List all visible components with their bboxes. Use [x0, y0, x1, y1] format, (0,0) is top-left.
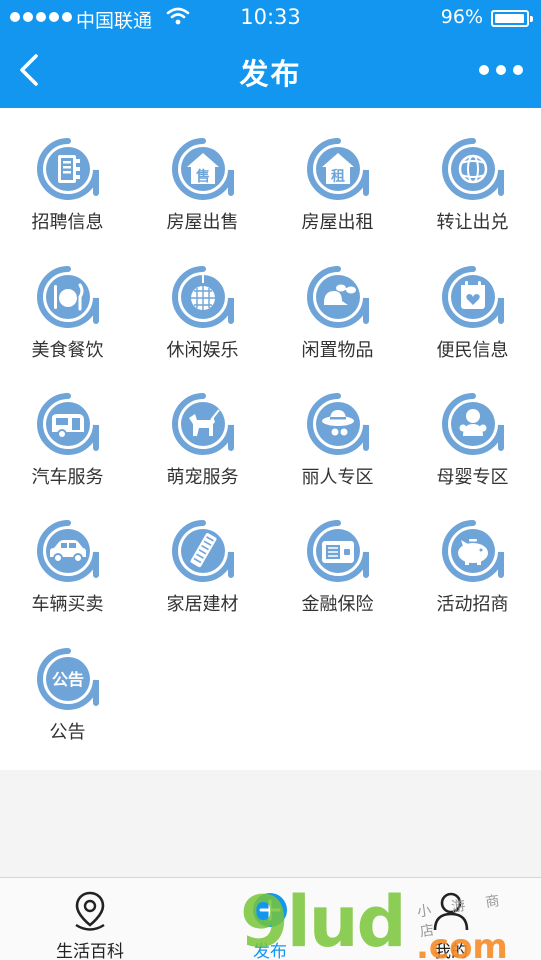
dog-icon: [172, 393, 234, 455]
category-label: 公告: [49, 722, 86, 743]
sale-badge-text: 售: [195, 168, 210, 185]
category-label: 家居建材: [166, 594, 239, 615]
nav-bar: 发布: [0, 36, 541, 108]
category-label: 转让出兑: [436, 212, 509, 233]
plus-circle-icon: [253, 893, 287, 927]
tab-mine[interactable]: 我的: [361, 878, 541, 960]
category-label: 汽车服务: [31, 467, 104, 488]
category-label: 萌宠服务: [166, 467, 239, 488]
category-item-house-sale[interactable]: 售 房屋出售: [135, 108, 270, 233]
notice-icon-text: 公告: [52, 670, 84, 689]
header: 中国联通 10:33 96% 发布: [0, 0, 541, 108]
category-label: 休闲娱乐: [166, 340, 239, 361]
category-label: 车辆买卖: [31, 594, 104, 615]
baby-icon: [442, 393, 504, 455]
battery-icon: [491, 10, 533, 27]
category-label: 活动招商: [436, 594, 509, 615]
piggy-bank-icon: [442, 520, 504, 582]
page-title: 发布: [239, 57, 302, 91]
ball-icon: [442, 138, 504, 200]
tab-bar: 生活百科 发布 我的: [0, 877, 541, 960]
location-pin-icon: [75, 891, 105, 931]
tab-life-encyclopedia[interactable]: 生活百科: [0, 878, 180, 960]
tab-label: 发布: [253, 942, 287, 960]
plate-cutlery-icon: [37, 266, 99, 328]
category-label: 房屋出租: [301, 212, 374, 233]
category-item-food[interactable]: 美食餐饮: [0, 236, 135, 361]
category-item-pet[interactable]: 萌宠服务: [135, 363, 270, 488]
tile-icon: [172, 520, 234, 582]
cap-sunglasses-icon: [307, 266, 369, 328]
tab-label: 我的: [434, 942, 468, 960]
notebook-icon: [37, 138, 99, 200]
category-label: 美食餐饮: [31, 340, 104, 361]
category-item-finance[interactable]: 金融保险: [270, 490, 405, 615]
category-item-beauty[interactable]: 丽人专区: [270, 363, 405, 488]
rent-badge-text: 租: [331, 168, 345, 185]
category-label: 房屋出售: [166, 212, 239, 233]
sunhat-icon: [307, 393, 369, 455]
house-sale-icon: 售: [172, 138, 234, 200]
category-item-second-hand[interactable]: 闲置物品: [270, 236, 405, 361]
category-item-promotion[interactable]: 活动招商: [405, 490, 540, 615]
category-item-car-service[interactable]: 汽车服务: [0, 363, 135, 488]
category-item-transfer[interactable]: 转让出兑: [405, 108, 540, 233]
category-item-recruitment[interactable]: 招聘信息: [0, 108, 135, 233]
wallet-icon: [307, 520, 369, 582]
category-label: 母婴专区: [436, 467, 509, 488]
battery-percentage: 96%: [440, 6, 483, 28]
category-item-vehicle-trade[interactable]: 车辆买卖: [0, 490, 135, 615]
category-grid: 招聘信息 售 房屋出售 租 房屋出租 转让出兑 美食餐饮 休闲娱乐 闲置物品 便…: [0, 108, 541, 770]
category-label: 金融保险: [301, 594, 374, 615]
category-item-mother-baby[interactable]: 母婴专区: [405, 363, 540, 488]
house-rent-icon: 租: [307, 138, 369, 200]
category-item-home-building[interactable]: 家居建材: [135, 490, 270, 615]
tab-label: 生活百科: [56, 942, 124, 960]
disco-ball-icon: [172, 266, 234, 328]
tab-publish[interactable]: 发布: [180, 878, 360, 960]
category-item-convenience[interactable]: 便民信息: [405, 236, 540, 361]
more-options-icon[interactable]: [479, 60, 523, 80]
person-icon: [433, 892, 469, 931]
caravan-icon: [37, 393, 99, 455]
calendar-heart-icon: [442, 266, 504, 328]
category-item-notice[interactable]: 公告 公告: [0, 618, 135, 743]
category-item-house-rent[interactable]: 租 房屋出租: [270, 108, 405, 233]
notice-icon: 公告: [37, 648, 99, 710]
car-icon: [37, 520, 99, 582]
category-item-leisure[interactable]: 休闲娱乐: [135, 236, 270, 361]
category-label: 丽人专区: [301, 467, 374, 488]
status-bar: 中国联通 10:33 96%: [0, 0, 541, 36]
category-label: 招聘信息: [31, 212, 104, 233]
category-label: 闲置物品: [301, 340, 374, 361]
category-label: 便民信息: [436, 340, 509, 361]
